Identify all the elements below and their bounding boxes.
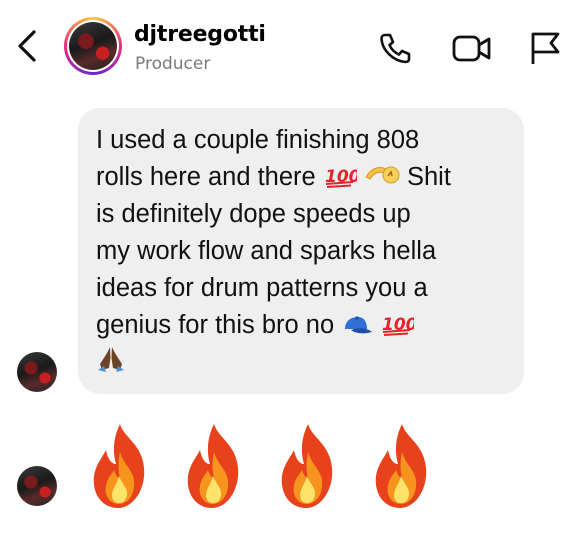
fire-icon: [281, 424, 333, 508]
pinching-hand-icon: [365, 166, 400, 184]
contact-username[interactable]: djtreegotti: [134, 22, 266, 47]
cap-icon: [345, 316, 373, 334]
flag-icon[interactable]: [528, 30, 562, 66]
hundred-points-icon: 100: [325, 167, 357, 188]
profile-avatar[interactable]: [64, 17, 122, 75]
message-text: I used a couple finishing 808 rolls here…: [96, 122, 504, 381]
hundred-points-icon: 100: [382, 315, 414, 336]
avatar-image: [69, 22, 117, 70]
video-camera-icon[interactable]: [451, 30, 493, 66]
fire-icon: [375, 424, 427, 508]
message-bubble[interactable]: I used a couple finishing 808 rolls here…: [78, 108, 524, 394]
fire-icon: [187, 424, 239, 508]
sender-avatar[interactable]: [17, 352, 57, 392]
sender-avatar[interactable]: [17, 466, 57, 506]
contact-subtitle: Producer: [135, 54, 211, 74]
folded-hands-icon: [98, 347, 124, 372]
fire-icon: [93, 424, 145, 508]
chat-header: djtreegotti Producer: [0, 0, 576, 90]
phone-icon[interactable]: [376, 30, 414, 66]
back-chevron-icon[interactable]: [14, 28, 42, 64]
